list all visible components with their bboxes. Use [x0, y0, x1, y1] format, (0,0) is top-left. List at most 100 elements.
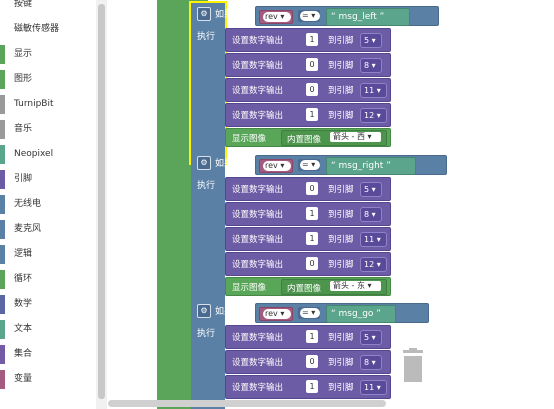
digital-value-field[interactable]: 0 [306, 355, 318, 368]
variable-block[interactable]: rev ▾ [259, 159, 293, 173]
text-value[interactable]: “ msg_right ” [331, 158, 391, 174]
set-digital-label: 设置数字输出 [232, 185, 284, 195]
toolbox-category[interactable]: 按键 [0, 0, 96, 17]
toolbox-category-label: 麦克风 [14, 224, 42, 234]
image-dropdown[interactable]: 箭头 - 东 ▾ [330, 281, 381, 291]
to-pin-label: 到引脚 [328, 185, 354, 195]
toolbox-category[interactable]: 显示 [0, 42, 96, 67]
image-dropdown[interactable]: 箭头 - 西 ▾ [330, 132, 381, 142]
digital-write-block[interactable]: 设置数字输出 0 到引脚 8 ▾ [225, 53, 391, 77]
toolbox-category[interactable]: TurnipBit [0, 92, 96, 117]
operator-dropdown[interactable]: = ▾ [298, 10, 320, 22]
variable-dropdown[interactable]: rev ▾ [263, 309, 291, 319]
digital-write-block[interactable]: 设置数字输出 0 到引脚 12 ▾ [225, 252, 391, 276]
digital-write-block[interactable]: 设置数字输出 0 到引脚 5 ▾ [225, 177, 391, 201]
digital-write-block[interactable]: 设置数字输出 1 到引脚 12 ▾ [225, 103, 391, 127]
toolbox-category[interactable]: 循环 [0, 267, 96, 292]
digital-write-block[interactable]: 设置数字输出 0 到引脚 11 ▾ [225, 78, 391, 102]
digital-value-field[interactable]: 0 [306, 182, 318, 195]
toolbox-category[interactable]: Neopixel [0, 142, 96, 167]
digital-write-block[interactable]: 设置数字输出 1 到引脚 11 ▾ [225, 227, 391, 251]
toolbox-category[interactable]: 图形 [0, 67, 96, 92]
toolbox-category[interactable]: 引脚 [0, 167, 96, 192]
pin-dropdown[interactable]: 11 ▾ [360, 83, 387, 98]
toolbox-category-label: 集合 [14, 349, 33, 359]
digital-value-field[interactable]: 1 [306, 108, 318, 121]
text-block[interactable]: “ msg_right ” [326, 157, 416, 175]
to-pin-label: 到引脚 [328, 86, 354, 96]
compare-block[interactable]: rev ▾ = ▾ “ msg_right ” [255, 155, 447, 175]
pin-dropdown[interactable]: 8 ▾ [360, 58, 382, 73]
variable-dropdown[interactable]: rev ▾ [263, 161, 291, 171]
pin-dropdown[interactable]: 5 ▾ [360, 330, 382, 345]
text-block[interactable]: “ msg_left ” [326, 8, 410, 26]
digital-value-field[interactable]: 1 [306, 330, 318, 343]
operator-value: = ▾ [300, 308, 320, 318]
if-block[interactable] [191, 152, 225, 312]
compare-block[interactable]: rev ▾ = ▾ “ msg_left ” [255, 6, 439, 26]
operator-dropdown[interactable]: = ▾ [298, 159, 320, 171]
toolbox-category[interactable]: 集合 [0, 342, 96, 367]
pin-dropdown[interactable]: 5 ▾ [360, 33, 382, 48]
digital-value-field[interactable]: 1 [306, 232, 318, 245]
digital-write-block[interactable]: 设置数字输出 1 到引脚 5 ▾ [225, 28, 391, 52]
toolbox-category[interactable]: 数学 [0, 292, 96, 317]
variable-dropdown[interactable]: rev ▾ [263, 12, 291, 22]
toolbox-category-label: 数学 [14, 299, 33, 309]
toolbox-scrollbar[interactable] [96, 0, 107, 409]
pin-dropdown[interactable]: 8 ▾ [360, 355, 382, 370]
digital-write-block[interactable]: 设置数字输出 0 到引脚 8 ▾ [225, 350, 391, 374]
digital-value-field[interactable]: 1 [306, 33, 318, 46]
toolbox-category[interactable]: 变量 [0, 367, 96, 392]
category-color-stripe [0, 320, 5, 339]
pin-dropdown[interactable]: 12 ▾ [360, 257, 387, 272]
pin-dropdown[interactable]: 12 ▾ [360, 108, 387, 123]
set-digital-label: 设置数字输出 [232, 235, 284, 245]
toolbox-category[interactable]: 逻辑 [0, 242, 96, 267]
trash-icon[interactable] [400, 348, 426, 388]
if-block[interactable] [189, 1, 227, 165]
to-pin-label: 到引脚 [328, 333, 354, 343]
workspace-horizontal-scrollbar[interactable] [108, 400, 386, 407]
pin-dropdown[interactable]: 8 ▾ [360, 207, 382, 222]
digital-write-block[interactable]: 设置数字输出 1 到引脚 11 ▾ [225, 375, 391, 399]
gear-icon[interactable]: ⚙ [197, 7, 211, 21]
variable-block[interactable]: rev ▾ [259, 10, 293, 24]
to-pin-label: 到引脚 [328, 260, 354, 270]
toolbox-category[interactable]: 音乐 [0, 117, 96, 142]
text-block[interactable]: “ msg_go ” [326, 305, 396, 323]
pin-dropdown[interactable]: 11 ▾ [360, 232, 387, 247]
workspace[interactable]: ⚙ 如果 执行 rev ▾ = ▾ “ msg_left ” 设置数字输出 1 到引脚 5 ▾ 设置… [107, 0, 554, 409]
toolbox-scrollbar-thumb[interactable] [98, 4, 105, 399]
toolbox-category[interactable]: 文本 [0, 317, 96, 342]
text-value[interactable]: “ msg_go ” [331, 306, 381, 322]
set-digital-label: 设置数字输出 [232, 61, 284, 71]
text-value[interactable]: “ msg_left ” [331, 9, 384, 25]
digital-write-block[interactable]: 设置数字输出 1 到引脚 5 ▾ [225, 325, 391, 349]
toolbox-category[interactable]: 磁敏传感器 [0, 17, 96, 42]
toolbox-category[interactable]: 无线电 [0, 192, 96, 217]
compare-block[interactable]: rev ▾ = ▾ “ msg_go ” [255, 303, 429, 323]
toolbox-category-label: 磁敏传感器 [14, 24, 60, 34]
builtin-image-block[interactable]: 内置图像 箭头 - 东 ▾ [281, 279, 387, 295]
digital-write-block[interactable]: 设置数字输出 1 到引脚 8 ▾ [225, 202, 391, 226]
digital-value-field[interactable]: 1 [306, 380, 318, 393]
builtin-image-block[interactable]: 内置图像 箭头 - 西 ▾ [281, 130, 387, 146]
pin-dropdown[interactable]: 11 ▾ [360, 380, 387, 395]
show-image-block[interactable]: 显示图像 内置图像 箭头 - 西 ▾ [225, 128, 391, 147]
digital-value-field[interactable]: 0 [306, 257, 318, 270]
gear-icon[interactable]: ⚙ [197, 304, 211, 318]
category-color-stripe [0, 370, 5, 389]
gear-icon[interactable]: ⚙ [197, 156, 211, 170]
set-digital-label: 设置数字输出 [232, 210, 284, 220]
digital-value-field[interactable]: 0 [306, 83, 318, 96]
pin-dropdown[interactable]: 5 ▾ [360, 182, 382, 197]
toolbox-category[interactable]: 麦克风 [0, 217, 96, 242]
show-image-block[interactable]: 显示图像 内置图像 箭头 - 东 ▾ [225, 277, 391, 296]
operator-dropdown[interactable]: = ▾ [298, 307, 320, 319]
category-color-stripe [0, 195, 5, 214]
digital-value-field[interactable]: 1 [306, 207, 318, 220]
operator-value: = ▾ [300, 11, 320, 21]
variable-block[interactable]: rev ▾ [259, 307, 293, 321]
digital-value-field[interactable]: 0 [306, 58, 318, 71]
